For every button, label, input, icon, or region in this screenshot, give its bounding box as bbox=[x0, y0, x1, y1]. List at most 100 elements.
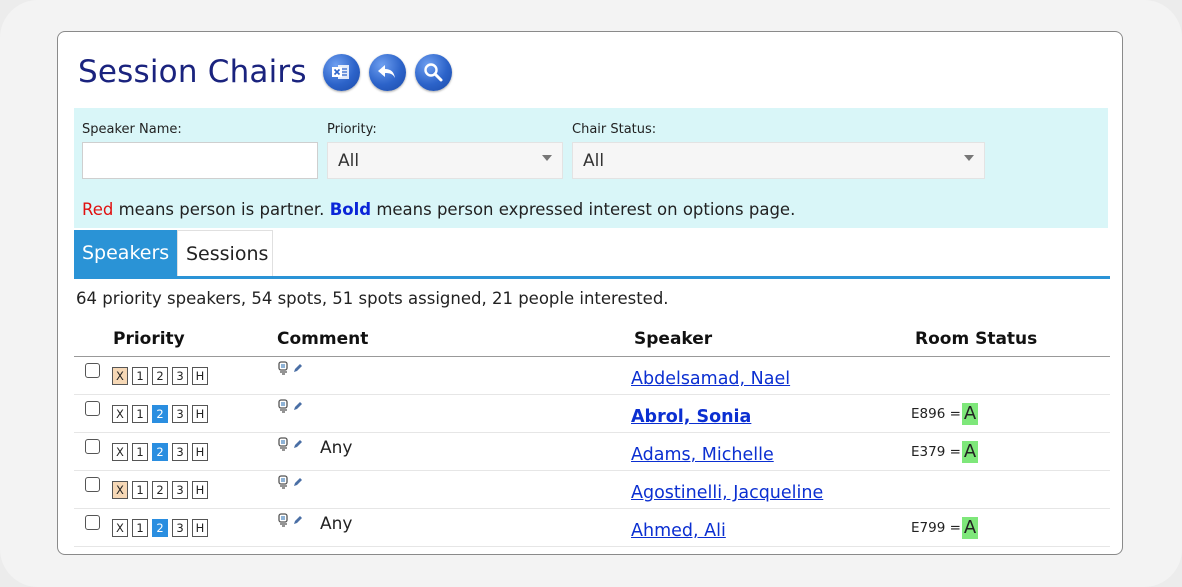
pencil-edit-icon[interactable] bbox=[292, 514, 304, 526]
table-header: Priority Comment Speaker Room Status bbox=[74, 329, 1110, 357]
comment-actions bbox=[277, 475, 304, 489]
legend-bold-word: Bold bbox=[329, 200, 372, 219]
speaker-link[interactable]: Abdelsamad, Nael bbox=[631, 369, 790, 389]
tab-speakers[interactable]: Speakers bbox=[74, 230, 177, 276]
priority-option-1[interactable]: 1 bbox=[132, 443, 148, 461]
priority-label: Priority: bbox=[327, 122, 377, 137]
comment-view-icon[interactable] bbox=[277, 399, 290, 413]
table-row: X 1 2 3 H Agostinelli, Jacqueline bbox=[74, 471, 1110, 509]
priority-option-h[interactable]: H bbox=[192, 443, 208, 461]
legend-bold-text: means person expressed interest on optio… bbox=[371, 200, 796, 219]
chair-status-select-value: All bbox=[583, 151, 605, 171]
priority-buttons: X123H bbox=[112, 367, 212, 385]
chevron-down-icon bbox=[542, 155, 552, 161]
search-icon bbox=[424, 63, 443, 82]
priority-option-2[interactable]: 2 bbox=[152, 519, 168, 537]
column-header-speaker: Speaker bbox=[634, 329, 713, 349]
priority-option-x[interactable]: X bbox=[112, 519, 128, 537]
pencil-edit-icon[interactable] bbox=[292, 400, 304, 412]
comment-text: Any bbox=[320, 514, 353, 534]
priority-option-1[interactable]: 1 bbox=[132, 481, 148, 499]
room-status: E379 = A bbox=[911, 441, 979, 463]
room-code: E799 = bbox=[911, 520, 961, 536]
priority-option-3[interactable]: 3 bbox=[172, 519, 188, 537]
priority-option-h[interactable]: H bbox=[192, 481, 208, 499]
chair-status-select[interactable]: All bbox=[572, 142, 985, 179]
row-checkbox[interactable] bbox=[85, 439, 100, 454]
priority-option-h[interactable]: H bbox=[192, 519, 208, 537]
priority-buttons: X123H bbox=[112, 443, 212, 461]
comment-text: Any bbox=[320, 438, 353, 458]
priority-option-h[interactable]: H bbox=[192, 405, 208, 423]
priority-option-2[interactable]: 2 bbox=[152, 405, 168, 423]
chevron-down-icon bbox=[964, 155, 974, 161]
excel-export-button[interactable] bbox=[322, 53, 360, 91]
priority-option-2[interactable]: 2 bbox=[152, 443, 168, 461]
comment-actions bbox=[277, 361, 304, 375]
row-checkbox[interactable] bbox=[85, 363, 100, 378]
priority-buttons: X123H bbox=[112, 481, 212, 499]
table-row: X 1 2 3 H Any Adams, Michelle E379 = A bbox=[74, 433, 1110, 471]
priority-buttons: X123H bbox=[112, 519, 212, 537]
priority-option-x[interactable]: X bbox=[112, 367, 128, 385]
priority-option-h[interactable]: H bbox=[192, 367, 208, 385]
comment-view-icon[interactable] bbox=[277, 361, 290, 375]
pencil-edit-icon[interactable] bbox=[292, 438, 304, 450]
speaker-link[interactable]: Ahmed, Ali bbox=[631, 521, 726, 541]
room-status: E799 = A bbox=[911, 517, 979, 539]
comment-view-icon[interactable] bbox=[277, 437, 290, 451]
status-badge: A bbox=[961, 517, 979, 539]
speaker-name-input[interactable] bbox=[82, 142, 318, 179]
row-checkbox[interactable] bbox=[85, 401, 100, 416]
priority-option-2[interactable]: 2 bbox=[152, 367, 168, 385]
title-row: Session Chairs bbox=[78, 50, 452, 94]
priority-option-x[interactable]: X bbox=[112, 405, 128, 423]
priority-option-1[interactable]: 1 bbox=[132, 367, 148, 385]
comment-actions bbox=[277, 399, 304, 413]
priority-option-3[interactable]: 3 bbox=[172, 481, 188, 499]
priority-option-3[interactable]: 3 bbox=[172, 443, 188, 461]
priority-option-1[interactable]: 1 bbox=[132, 519, 148, 537]
excel-export-icon bbox=[332, 65, 350, 79]
back-arrow-icon bbox=[378, 65, 396, 78]
comment-view-icon[interactable] bbox=[277, 513, 290, 527]
page-background: Session Chairs Speaker Name: Priority: A… bbox=[0, 0, 1182, 587]
filter-panel: Speaker Name: Priority: All Chair Status… bbox=[74, 108, 1108, 228]
page-title: Session Chairs bbox=[78, 54, 307, 90]
room-code: E896 = bbox=[911, 406, 961, 422]
table-row: X 1 2 3 H Any Ahmed, Ali E799 = A bbox=[74, 509, 1110, 547]
summary-text: 64 priority speakers, 54 spots, 51 spots… bbox=[76, 289, 669, 308]
tab-sessions[interactable]: Sessions bbox=[177, 230, 273, 276]
priority-option-x[interactable]: X bbox=[112, 481, 128, 499]
back-button[interactable] bbox=[368, 53, 406, 91]
legend-note: Red means person is partner. Bold means … bbox=[82, 200, 795, 219]
priority-option-x[interactable]: X bbox=[112, 443, 128, 461]
priority-select[interactable]: All bbox=[327, 142, 563, 179]
session-chairs-panel: Session Chairs Speaker Name: Priority: A… bbox=[57, 31, 1123, 555]
row-checkbox[interactable] bbox=[85, 477, 100, 492]
priority-select-value: All bbox=[338, 151, 360, 171]
priority-option-3[interactable]: 3 bbox=[172, 405, 188, 423]
speaker-link[interactable]: Agostinelli, Jacqueline bbox=[631, 483, 823, 503]
comment-view-icon[interactable] bbox=[277, 475, 290, 489]
speaker-link[interactable]: Abrol, Sonia bbox=[631, 407, 751, 427]
pencil-edit-icon[interactable] bbox=[292, 362, 304, 374]
priority-option-1[interactable]: 1 bbox=[132, 405, 148, 423]
legend-red-text: means person is partner. bbox=[113, 200, 330, 219]
room-code: E379 = bbox=[911, 444, 961, 460]
table-row: X 1 2 3 H Abdelsamad, Nael bbox=[74, 357, 1110, 395]
search-button[interactable] bbox=[414, 53, 452, 91]
comment-actions bbox=[277, 513, 304, 527]
pencil-edit-icon[interactable] bbox=[292, 476, 304, 488]
comment-actions bbox=[277, 437, 304, 451]
room-status: E896 = A bbox=[911, 403, 979, 425]
row-checkbox[interactable] bbox=[85, 515, 100, 530]
speaker-link[interactable]: Adams, Michelle bbox=[631, 445, 774, 465]
status-badge: A bbox=[961, 441, 979, 463]
speaker-name-label: Speaker Name: bbox=[82, 122, 182, 137]
status-badge: A bbox=[961, 403, 979, 425]
priority-option-2[interactable]: 2 bbox=[152, 481, 168, 499]
tab-bar: Speakers Sessions bbox=[74, 230, 1110, 279]
priority-option-3[interactable]: 3 bbox=[172, 367, 188, 385]
priority-buttons: X123H bbox=[112, 405, 212, 423]
